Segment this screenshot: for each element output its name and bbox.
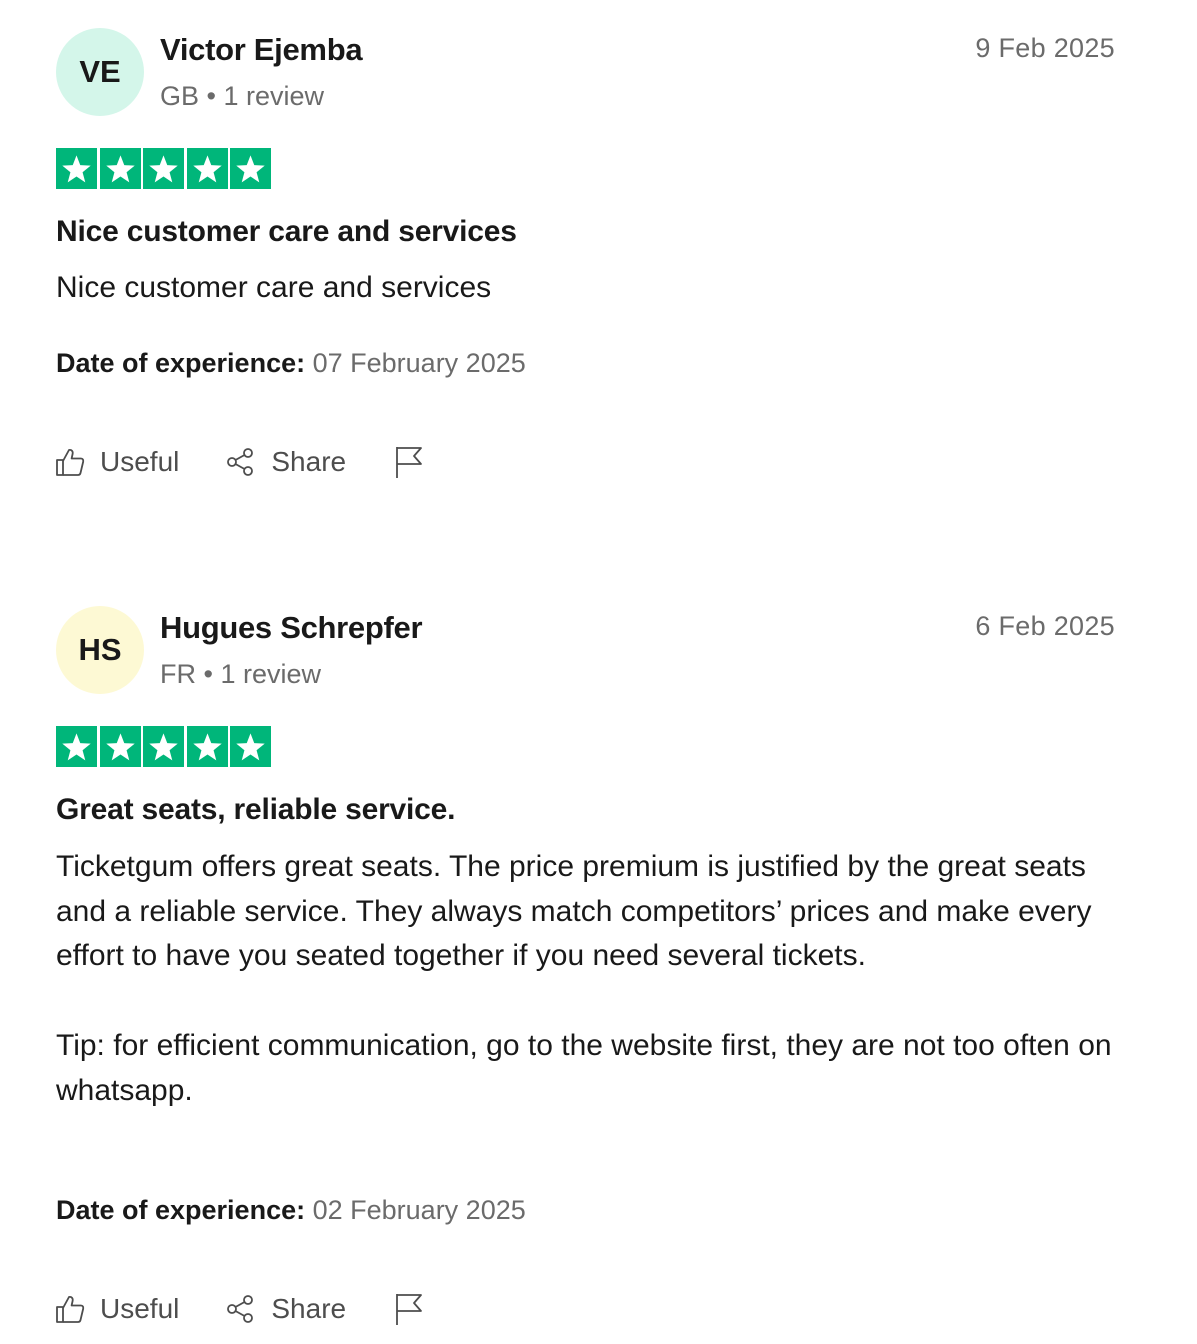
review-paragraph: Ticketgum offers great seats. The price … bbox=[56, 850, 1092, 973]
review-title[interactable]: Nice customer care and services bbox=[56, 215, 517, 249]
star-icon bbox=[186, 148, 228, 189]
review-actions: Useful Share bbox=[54, 445, 424, 479]
star-icon bbox=[230, 148, 271, 189]
share-button[interactable]: Share bbox=[225, 1293, 346, 1325]
share-icon bbox=[227, 1295, 254, 1323]
experience-date: 07 February 2025 bbox=[312, 348, 526, 378]
useful-label: Useful bbox=[100, 446, 180, 477]
experience-label: Date of experience: bbox=[56, 1195, 306, 1225]
date-of-experience: Date of experience: 07 February 2025 bbox=[56, 348, 526, 379]
reviewer-name[interactable]: Hugues Schrepfer bbox=[160, 610, 423, 646]
thumbs-up-icon bbox=[56, 1296, 85, 1323]
reviewer-name[interactable]: Victor Ejemba bbox=[160, 32, 363, 68]
review-paragraph: Nice customer care and services bbox=[56, 271, 492, 304]
star-icon bbox=[186, 726, 228, 767]
share-button[interactable]: Share bbox=[225, 446, 346, 478]
review-actions: Useful Share bbox=[54, 1292, 424, 1326]
date-of-experience: Date of experience: 02 February 2025 bbox=[56, 1195, 526, 1226]
star-icon bbox=[99, 726, 141, 767]
experience-date: 02 February 2025 bbox=[312, 1195, 526, 1225]
thumbs-up-icon bbox=[56, 449, 85, 476]
star-rating bbox=[56, 148, 271, 189]
star-icon bbox=[143, 726, 184, 767]
useful-label: Useful bbox=[100, 1293, 180, 1324]
report-button[interactable] bbox=[394, 445, 424, 479]
useful-button[interactable]: Useful bbox=[54, 446, 179, 478]
star-rating bbox=[56, 726, 271, 767]
review-date: 6 Feb 2025 bbox=[975, 611, 1115, 641]
experience-label: Date of experience: bbox=[56, 348, 306, 378]
review-paragraph: Tip: for efficient communication, go to … bbox=[56, 1028, 1112, 1107]
reviewer-meta: FR • 1 review bbox=[160, 659, 321, 689]
star-icon bbox=[99, 148, 141, 189]
reviewer-meta: GB • 1 review bbox=[160, 81, 325, 111]
review-body: Nice customer care and services bbox=[56, 266, 1126, 311]
avatar[interactable]: HS bbox=[56, 606, 144, 694]
report-button[interactable] bbox=[394, 1292, 424, 1326]
star-icon bbox=[143, 148, 184, 189]
share-label: Share bbox=[271, 1293, 347, 1324]
flag-icon bbox=[396, 447, 422, 478]
star-icon bbox=[230, 726, 271, 767]
review-date: 9 Feb 2025 bbox=[975, 33, 1115, 63]
avatar[interactable]: VE bbox=[56, 28, 144, 116]
review-body: Ticketgum offers great seats. The price … bbox=[56, 845, 1126, 1113]
useful-button[interactable]: Useful bbox=[54, 1293, 179, 1325]
review-title[interactable]: Great seats, reliable service. bbox=[56, 793, 455, 827]
star-icon bbox=[56, 726, 97, 767]
share-icon bbox=[227, 448, 254, 476]
share-label: Share bbox=[271, 446, 347, 477]
flag-icon bbox=[396, 1294, 422, 1325]
star-icon bbox=[56, 148, 97, 189]
